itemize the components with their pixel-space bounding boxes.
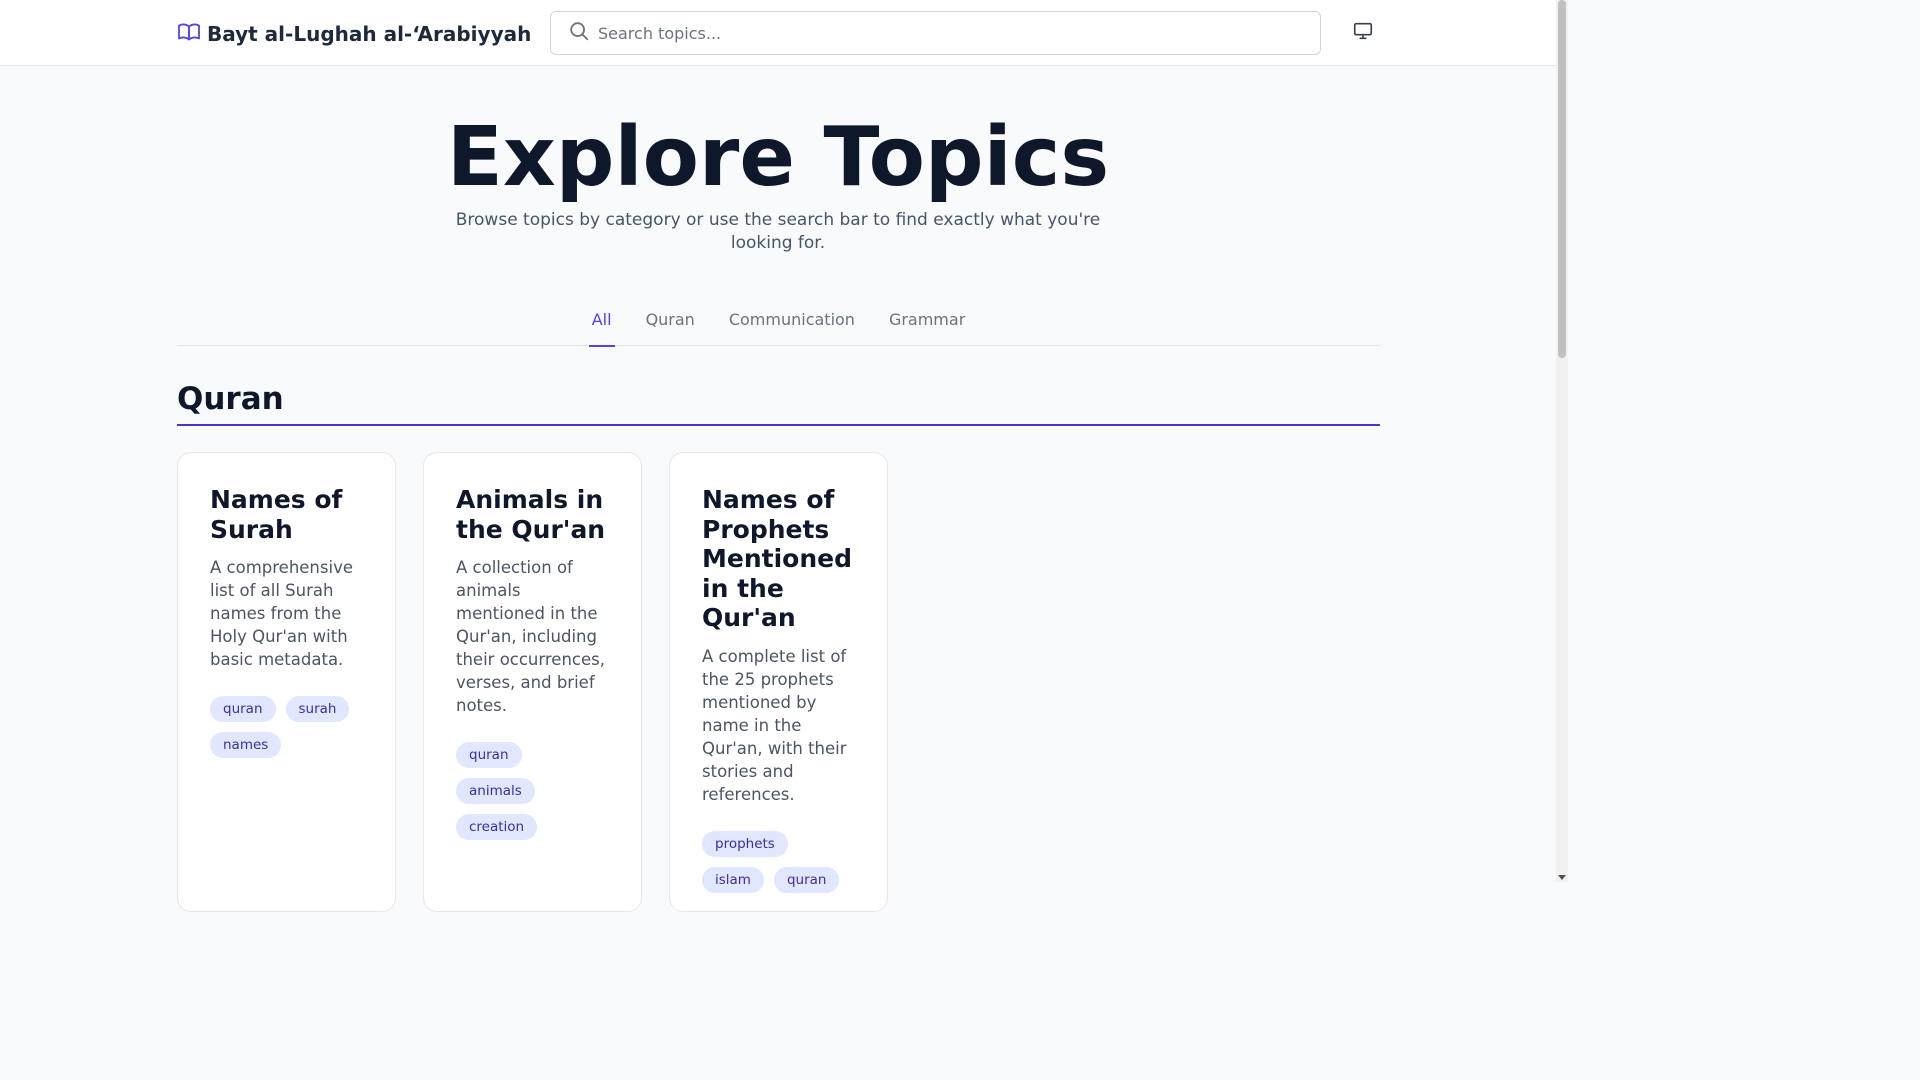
tag[interactable]: islam	[702, 866, 764, 893]
card-description: A complete list of the 25 prophets menti…	[702, 646, 847, 804]
tag[interactable]: quran	[210, 696, 276, 722]
top-header: Bayt al-Lughah al-‘Arabiyyah	[0, 0, 1556, 66]
brand-logo-link[interactable]: Bayt al-Lughah al-‘Arabiyyah	[177, 20, 531, 48]
brand-name: Bayt al-Lughah al-‘Arabiyyah	[207, 22, 532, 46]
card-tags: prophets islam quran	[702, 830, 855, 893]
tab-quran[interactable]: Quran	[643, 300, 698, 346]
card-title: Names of Prophets Mentioned in the Qur'a…	[702, 485, 852, 632]
page-subtitle: Browse topics by category or use the sea…	[455, 210, 1101, 253]
section-title: Quran	[177, 381, 284, 417]
tab-all[interactable]: All	[588, 300, 615, 347]
card-title: Names of Surah	[210, 485, 343, 544]
search-box[interactable]	[550, 11, 1321, 55]
card-tags: quran surah names	[210, 696, 363, 758]
card-description: A comprehensive list of all Surah names …	[210, 558, 353, 669]
search-icon	[568, 20, 590, 46]
card-title: Animals in the Qur'an	[456, 485, 606, 544]
search-input[interactable]	[598, 23, 1278, 43]
topic-card-animals[interactable]: Animals in the Qur'an A collection of an…	[423, 452, 642, 912]
tab-communication[interactable]: Communication	[726, 300, 858, 346]
tag[interactable]: animals	[456, 778, 535, 804]
monitor-icon	[1352, 20, 1374, 46]
tag[interactable]: surah	[285, 696, 350, 722]
tag[interactable]: names	[210, 732, 282, 758]
card-tags: quran animals creation	[456, 742, 609, 840]
card-description: A collection of animals mentioned in the…	[456, 558, 605, 715]
tag[interactable]: creation	[456, 814, 538, 840]
book-open-icon	[177, 20, 201, 48]
topic-card-names-of-surah[interactable]: Names of Surah A comprehensive list of a…	[177, 452, 396, 912]
category-tabs: All Quran Communication Grammar	[177, 300, 1380, 347]
page-title: Explore Topics	[446, 110, 1110, 205]
tag[interactable]: prophets	[702, 830, 788, 857]
tab-grammar[interactable]: Grammar	[886, 300, 968, 346]
scroll-down-arrow-icon[interactable]	[1558, 875, 1566, 880]
tag[interactable]: quran	[773, 866, 840, 893]
topic-card-prophets[interactable]: Names of Prophets Mentioned in the Qur'a…	[669, 452, 888, 912]
display-mode-button[interactable]	[1350, 20, 1376, 46]
scrollbar-thumb[interactable]	[1558, 0, 1566, 358]
section-divider	[177, 424, 1380, 426]
tag[interactable]: quran	[456, 742, 522, 768]
page-scrollbar[interactable]	[1556, 0, 1568, 882]
